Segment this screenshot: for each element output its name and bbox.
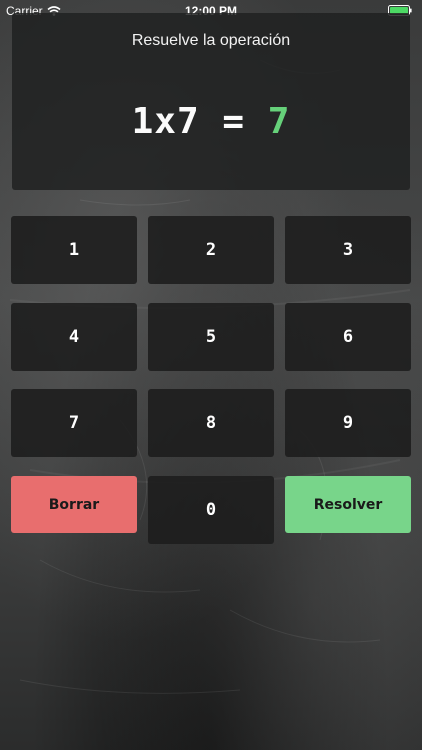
solve-button[interactable]: Resolver — [285, 476, 411, 533]
key-7[interactable]: 7 — [11, 389, 137, 457]
answer-value: 7 — [267, 101, 291, 142]
key-5[interactable]: 5 — [148, 303, 274, 371]
problem-panel: Resuelve la operación 1x7 = 7 — [12, 13, 410, 190]
key-3[interactable]: 3 — [285, 216, 411, 284]
key-8[interactable]: 8 — [148, 389, 274, 457]
instruction-label: Resuelve la operación — [131, 32, 291, 49]
equation-display: 1x7 = 7 — [12, 101, 410, 142]
key-0[interactable]: 0 — [148, 476, 274, 544]
equals-sign: = — [222, 101, 246, 142]
key-6[interactable]: 6 — [285, 303, 411, 371]
operator-sign: x — [154, 101, 177, 142]
key-2[interactable]: 2 — [148, 216, 274, 284]
key-9[interactable]: 9 — [285, 389, 411, 457]
operand-b: 7 — [176, 101, 200, 142]
delete-button[interactable]: Borrar — [11, 476, 137, 533]
operand-a: 1 — [131, 101, 155, 142]
key-1[interactable]: 1 — [11, 216, 137, 284]
key-4[interactable]: 4 — [11, 303, 137, 371]
